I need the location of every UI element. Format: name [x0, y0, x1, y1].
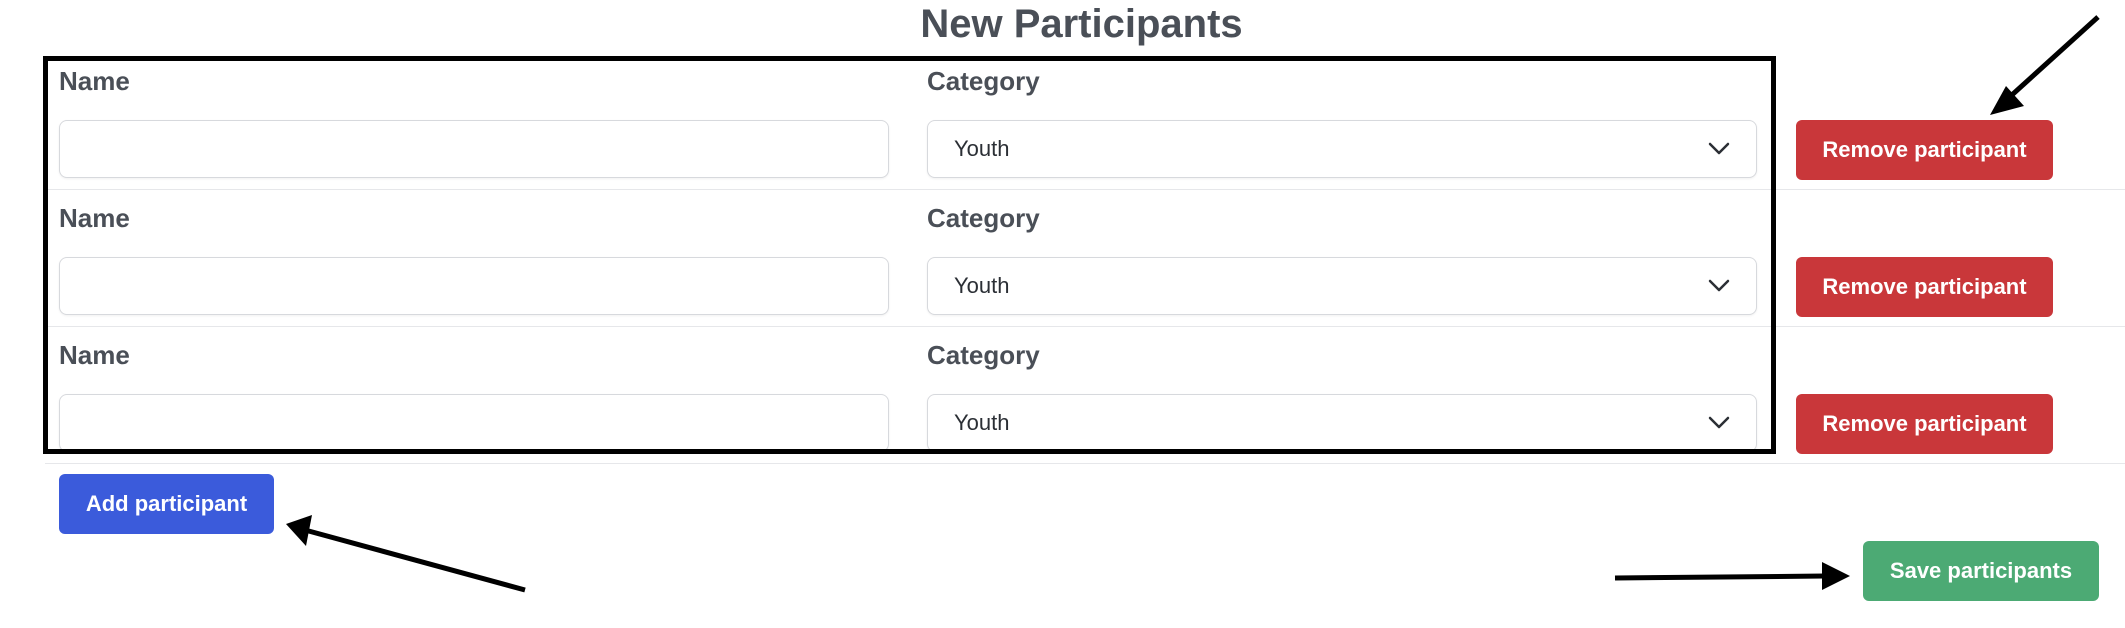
arrow-icon: [1614, 562, 1850, 590]
arrow-icon: [286, 515, 526, 593]
arrow-icon: [1990, 15, 2100, 115]
annotation-arrows: [286, 15, 2100, 593]
